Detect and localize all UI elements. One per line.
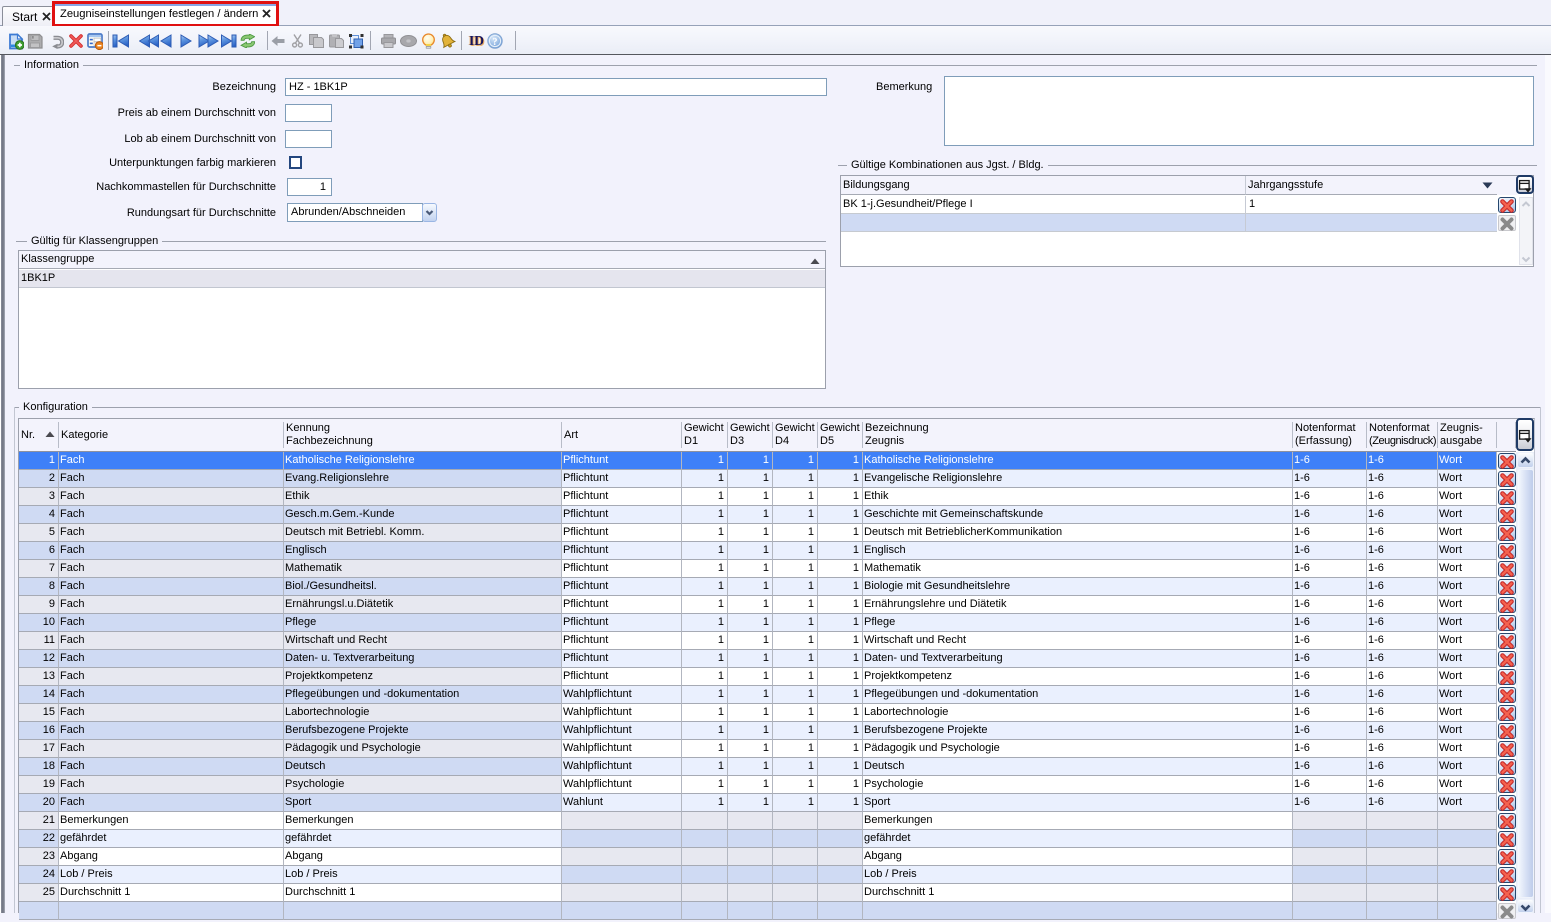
svg-text:?: ? bbox=[493, 37, 498, 48]
